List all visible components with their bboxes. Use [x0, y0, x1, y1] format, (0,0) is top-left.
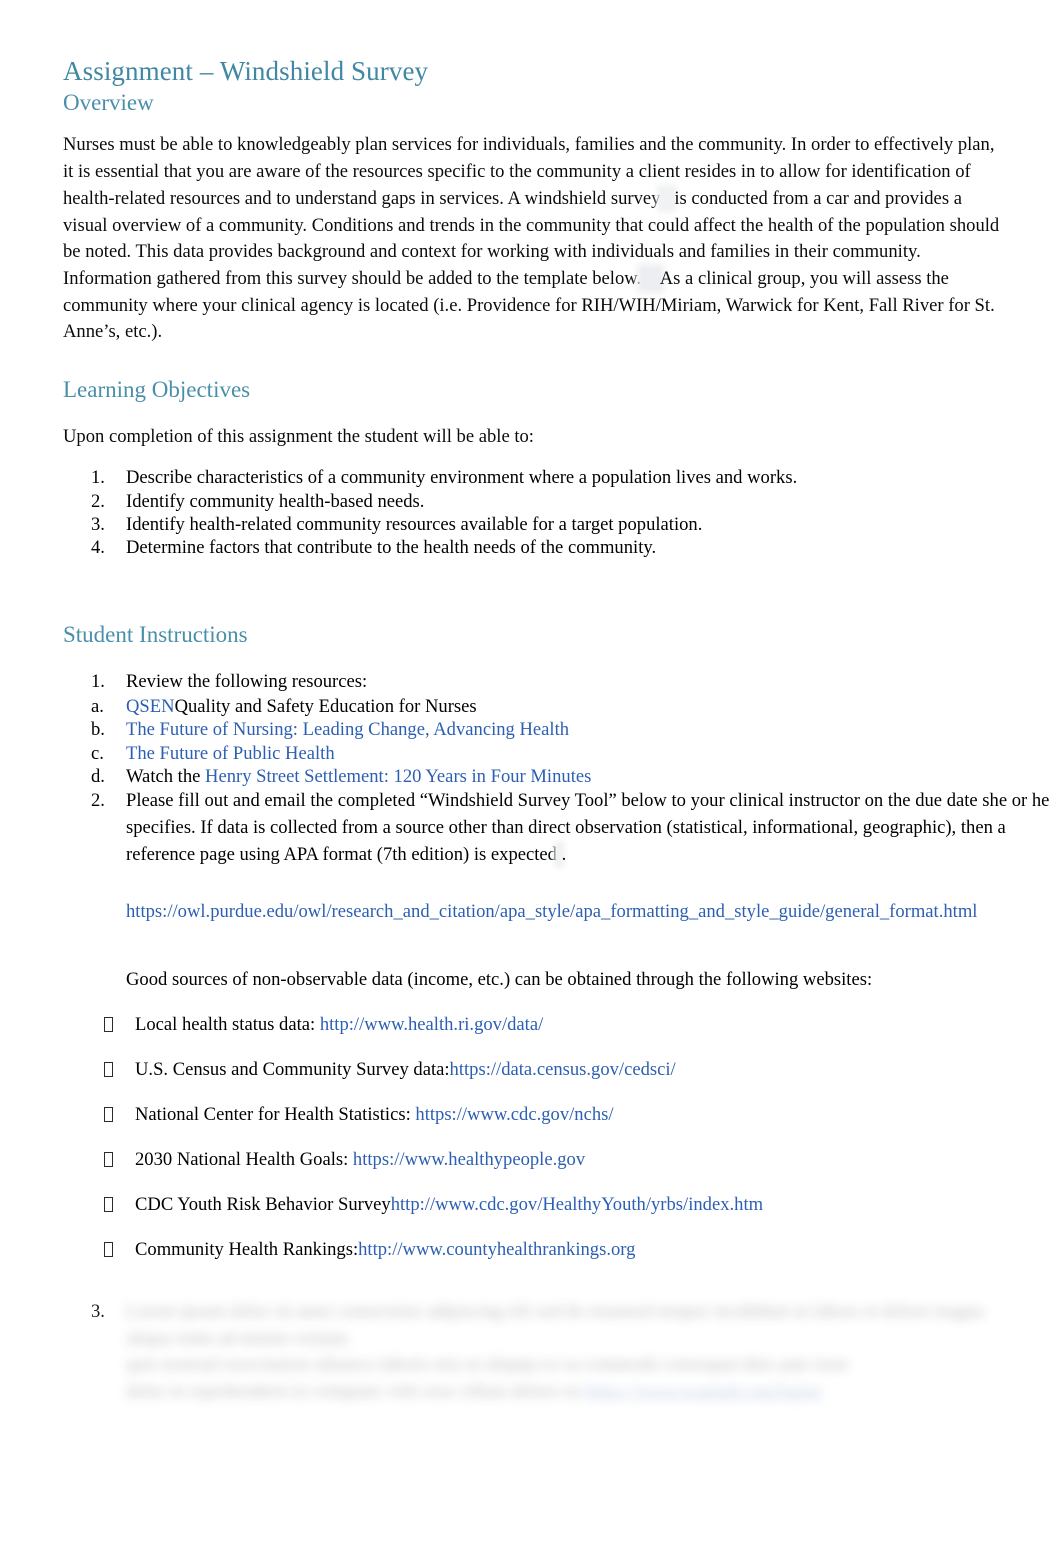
sources-lead-in: Good sources of non-observable data (inc… — [126, 969, 873, 991]
source-label: U.S. Census and Community Survey data: — [135, 1059, 450, 1081]
link-future-of-nursing[interactable]: The Future of Nursing: Leading Change, A… — [126, 719, 569, 740]
instruction-item-3: 3. Lorem ipsum dolor sit amet consectetu… — [63, 1299, 1008, 1405]
link-healthypeople-gov[interactable]: https://www.healthypeople.gov — [353, 1149, 585, 1170]
list-marker: 4. — [91, 536, 105, 558]
list-item: 2. Identify community health-based needs… — [63, 490, 1008, 513]
source-item: CDC Youth Risk Behavior Surveyhttp://www… — [63, 1193, 1008, 1217]
link-apa-purdue-owl[interactable]: https://owl.purdue.edu/owl/research_and_… — [126, 901, 977, 922]
source-item: 2030 National Health Goals: https://www.… — [63, 1148, 1008, 1172]
document-page: Assignment – Windshield Survey Overview … — [0, 0, 1062, 1561]
link-cdc-nchs[interactable]: https://www.cdc.gov/nchs/ — [415, 1104, 613, 1125]
list-item: 3. Identify health-related community res… — [63, 513, 1008, 536]
student-instructions-list: 1. Review the following resources: — [63, 669, 1008, 695]
list-marker: 2. — [91, 490, 105, 512]
link-cdc-yrbs[interactable]: http://www.cdc.gov/HealthyYouth/yrbs/ind… — [391, 1194, 763, 1215]
list-item-text: Identify health-related community resour… — [126, 513, 703, 535]
instruction-item-2: 2. Please fill out and email the complet… — [63, 788, 1056, 868]
list-item: 1. Describe characteristics of a communi… — [63, 466, 1008, 489]
learning-objectives-heading: Learning Objectives — [63, 377, 251, 403]
source-links-list: Local health status data: http://www.hea… — [63, 1013, 1008, 1262]
student-instructions-heading: Student Instructions — [63, 622, 248, 648]
tofu-box-bullet-icon — [104, 1062, 113, 1078]
instruction-2-period: . — [561, 844, 567, 865]
source-label: Community Health Rankings: — [135, 1239, 359, 1261]
resource-item-b: b. The Future of Nursing: Leading Change… — [63, 718, 1008, 741]
source-item: Local health status data: http://www.hea… — [63, 1013, 1008, 1037]
resource-item-d: d. Watch the Henry Street Settlement: 120… — [63, 765, 1008, 788]
tofu-box-bullet-icon — [104, 1197, 113, 1213]
list-item-text: Determine factors that contribute to the… — [126, 536, 657, 558]
instruction-2-text: Please fill out and email the completed … — [126, 790, 1050, 865]
resource-item-c: c. The Future of Public Health — [63, 742, 1008, 765]
link-future-of-public-health[interactable]: The Future of Public Health — [126, 743, 335, 764]
overview-heading: Overview — [63, 89, 154, 115]
resource-a-trailing: Quality and Safety Education for Nurses — [174, 695, 477, 717]
list-marker: a. — [91, 695, 104, 717]
redacted-line-2: quis nostrud exercitation ullamco labori… — [126, 1354, 849, 1376]
source-item: U.S. Census and Community Survey data:ht… — [63, 1058, 1008, 1082]
list-item-text: Identify community health-based needs. — [126, 490, 425, 512]
page-title: Assignment – Windshield Survey — [63, 56, 429, 86]
list-marker: 1. — [91, 670, 105, 692]
tofu-box-bullet-icon — [104, 1017, 113, 1033]
link-qsen[interactable]: QSEN — [126, 696, 175, 717]
source-item: National Center for Health Statistics: h… — [63, 1103, 1008, 1127]
list-marker: 3. — [91, 1301, 105, 1323]
redacted-content: Lorem ipsum dolor sit amet consectetur a… — [126, 1299, 1006, 1405]
link-data-census-gov[interactable]: https://data.census.gov/cedsci/ — [450, 1059, 676, 1080]
list-marker: 2. — [91, 790, 105, 812]
apa-url-block: https://owl.purdue.edu/owl/research_and_… — [63, 899, 1006, 926]
source-label: 2030 National Health Goals: — [135, 1149, 353, 1171]
student-instructions-list-2: 2. Please fill out and email the complet… — [63, 788, 1049, 868]
list-item-text: Describe characteristics of a community … — [126, 467, 798, 489]
overview-paragraph: Nurses must be able to knowledgeably pla… — [63, 132, 1005, 346]
source-label: Local health status data: — [135, 1014, 320, 1036]
source-item: Community Health Rankings:http://www.cou… — [63, 1238, 1008, 1262]
instruction-1-text: Review the following resources: — [126, 670, 368, 692]
learning-objectives-lead-in: Upon completion of this assignment the s… — [63, 425, 534, 447]
instruction-item-1: 1. Review the following resources: — [63, 669, 1008, 695]
tofu-box-bullet-icon — [104, 1107, 113, 1123]
shaded-highlight — [660, 187, 675, 209]
redacted-line-1: Lorem ipsum dolor sit amet consectetur a… — [126, 1301, 984, 1349]
list-marker: 3. — [91, 513, 105, 535]
link-health-ri-gov-data[interactable]: http://www.health.ri.gov/data/ — [320, 1014, 543, 1035]
list-marker: d. — [91, 766, 105, 787]
document-content: Assignment – Windshield Survey Overview … — [63, 56, 1049, 1405]
redacted-link[interactable]: https://www.example.org/fugiat — [586, 1381, 822, 1402]
list-item: 4. Determine factors that contribute to … — [63, 536, 1008, 559]
source-label: CDC Youth Risk Behavior Survey — [135, 1194, 391, 1216]
redacted-line-3: dolor in reprehenderit in voluptate veli… — [126, 1380, 822, 1402]
source-label: National Center for Health Statistics: — [135, 1104, 416, 1126]
list-marker: b. — [91, 719, 105, 741]
resource-list: a. QSENQuality and Safety Education for … — [63, 695, 1008, 789]
learning-objectives-list: 1. Describe characteristics of a communi… — [63, 466, 1008, 559]
resource-d-leading: Watch the — [126, 766, 206, 787]
tofu-box-bullet-icon — [104, 1152, 113, 1168]
shaded-highlight-2 — [641, 267, 660, 289]
link-countyhealthrankings[interactable]: http://www.countyhealthrankings.org — [358, 1239, 635, 1260]
list-marker: 1. — [91, 467, 105, 489]
list-marker: c. — [91, 742, 104, 764]
tofu-box-bullet-icon — [104, 1242, 113, 1258]
link-henry-street-settlement[interactable]: Henry Street Settlement: 120 Years in Fo… — [205, 766, 591, 787]
resource-item-a: a. QSENQuality and Safety Education for … — [63, 695, 1008, 718]
